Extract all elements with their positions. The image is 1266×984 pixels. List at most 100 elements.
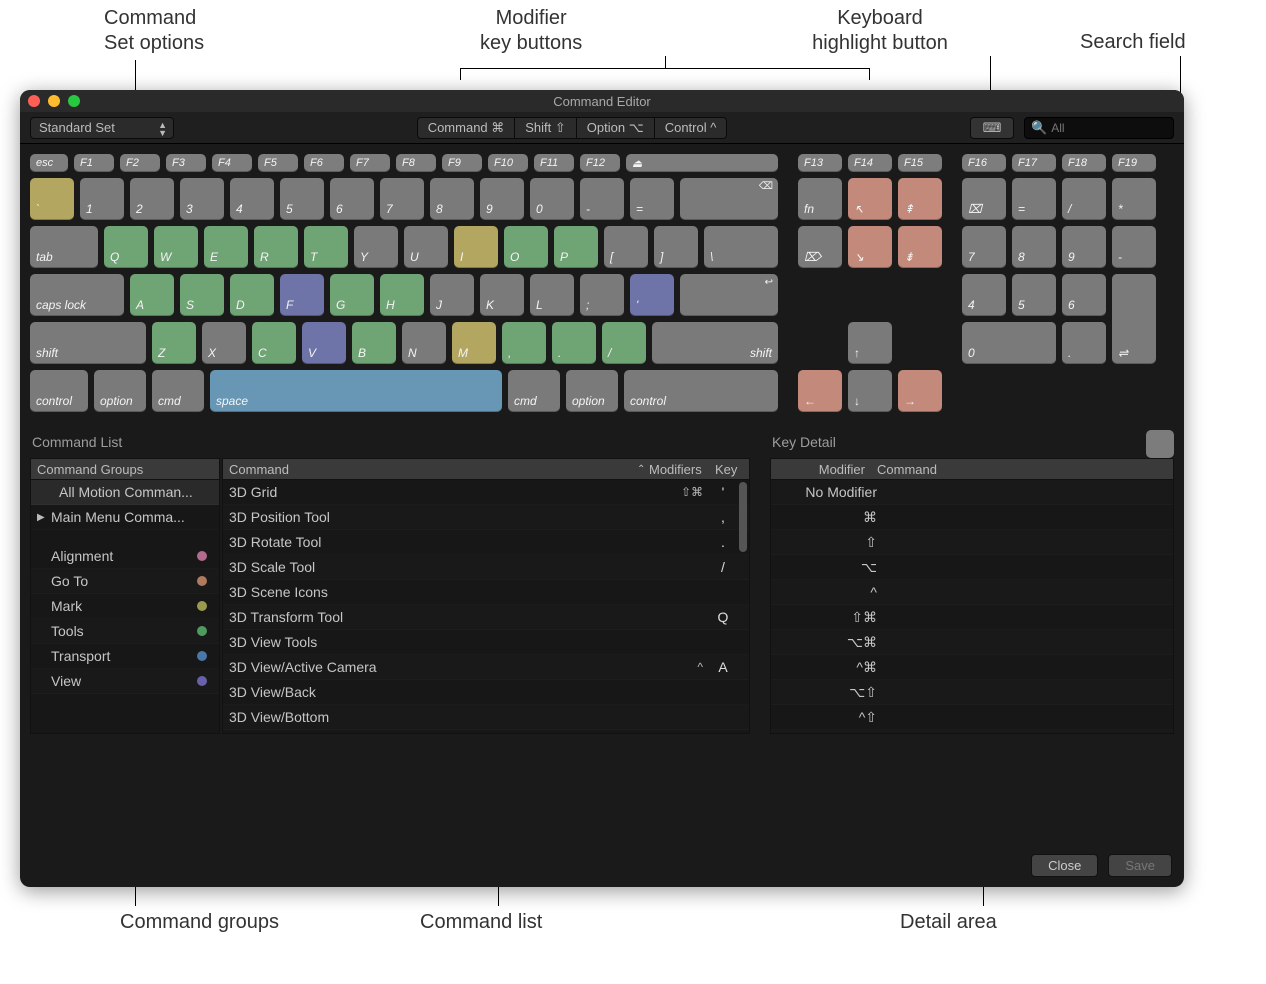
key-f13[interactable]: F13 [798, 154, 842, 172]
key-f[interactable]: F [280, 274, 324, 316]
key-f3[interactable]: F3 [166, 154, 206, 172]
th-groups[interactable]: Command Groups [31, 462, 219, 477]
key-f16[interactable]: F16 [962, 154, 1006, 172]
key-7[interactable]: 7 [380, 178, 424, 220]
save-button[interactable]: Save [1108, 854, 1172, 877]
key-b[interactable]: B [352, 322, 396, 364]
command-set-dropdown[interactable]: Standard Set ▲▼ [30, 117, 174, 139]
modifier-control-button[interactable]: Control ^ [655, 117, 728, 139]
key-return[interactable]: ↩ [680, 274, 778, 316]
key-f15[interactable]: F15 [898, 154, 942, 172]
key-semicolon[interactable]: ; [580, 274, 624, 316]
key-num5[interactable]: 5 [1012, 274, 1056, 316]
key-f10[interactable]: F10 [488, 154, 528, 172]
group-color-row[interactable]: Mark [31, 594, 219, 619]
key-detail-row[interactable]: ⇧⌘ [771, 605, 1173, 630]
key-num8[interactable]: 8 [1012, 226, 1056, 268]
group-row[interactable]: ▶Main Menu Comma... [31, 505, 219, 530]
key-4[interactable]: 4 [230, 178, 274, 220]
key-v[interactable]: V [302, 322, 346, 364]
key-f5[interactable]: F5 [258, 154, 298, 172]
key-detail-row[interactable]: ⌥⌘ [771, 630, 1173, 655]
key-right[interactable]: → [898, 370, 942, 412]
key-r[interactable]: R [254, 226, 298, 268]
key-command-left[interactable]: cmd [152, 370, 204, 412]
zoom-window-icon[interactable] [68, 95, 80, 107]
key-f4[interactable]: F4 [212, 154, 252, 172]
key-pagedown[interactable]: ⇟ [898, 226, 942, 268]
group-color-row[interactable]: Go To [31, 569, 219, 594]
close-button[interactable]: Close [1031, 854, 1098, 877]
color-swatch-button[interactable] [1146, 430, 1174, 458]
key-control-right[interactable]: control [624, 370, 778, 412]
key-equal[interactable]: = [630, 178, 674, 220]
group-color-row[interactable]: Transport [31, 644, 219, 669]
key-up[interactable]: ↑ [848, 322, 892, 364]
key-detail-row[interactable]: ⇧ [771, 530, 1173, 555]
command-row[interactable]: 3D View Tools [223, 630, 749, 655]
command-row[interactable]: 3D View/Focus On Object^F [223, 730, 749, 734]
key-k[interactable]: K [480, 274, 524, 316]
key-detail-row[interactable]: ^ [771, 580, 1173, 605]
command-row[interactable]: 3D Rotate Tool. [223, 530, 749, 555]
key-capslock[interactable]: caps lock [30, 274, 124, 316]
group-color-row[interactable]: Tools [31, 619, 219, 644]
minimize-window-icon[interactable] [48, 95, 60, 107]
command-row[interactable]: 3D View/Back [223, 680, 749, 705]
key-detail-row[interactable]: ^⌘ [771, 655, 1173, 680]
key-detail-row[interactable]: ^⇧ [771, 705, 1173, 730]
scrollbar[interactable] [739, 482, 747, 552]
key-f2[interactable]: F2 [120, 154, 160, 172]
key-f11[interactable]: F11 [534, 154, 574, 172]
key-8[interactable]: 8 [430, 178, 474, 220]
key-comma[interactable]: , [502, 322, 546, 364]
th-modifiers[interactable]: Modifiers [643, 462, 709, 477]
key-backslash[interactable]: \ [704, 226, 778, 268]
key-numclear[interactable]: ⌧ [962, 178, 1006, 220]
key-f8[interactable]: F8 [396, 154, 436, 172]
command-row[interactable]: 3D View/Active Camera^A [223, 655, 749, 680]
search-field[interactable]: 🔍 [1024, 117, 1174, 139]
key-q[interactable]: Q [104, 226, 148, 268]
key-esc[interactable]: esc [30, 154, 68, 172]
modifier-command-button[interactable]: Command ⌘ [417, 117, 516, 139]
key-f7[interactable]: F7 [350, 154, 390, 172]
key-f6[interactable]: F6 [304, 154, 344, 172]
key-u[interactable]: U [404, 226, 448, 268]
key-nummul[interactable]: * [1112, 178, 1156, 220]
key-s[interactable]: S [180, 274, 224, 316]
key-6[interactable]: 6 [330, 178, 374, 220]
key-l[interactable]: L [530, 274, 574, 316]
close-window-icon[interactable] [28, 95, 40, 107]
key-5[interactable]: 5 [280, 178, 324, 220]
key-pageup[interactable]: ⇞ [898, 178, 942, 220]
th-command[interactable]: Command [223, 462, 631, 477]
key-eject[interactable]: ⏏ [626, 154, 778, 172]
key-y[interactable]: Y [354, 226, 398, 268]
key-left[interactable]: ← [798, 370, 842, 412]
th-key[interactable]: Key [709, 462, 749, 477]
key-option-right[interactable]: option [566, 370, 618, 412]
key-numminus[interactable]: - [1112, 226, 1156, 268]
key-slash[interactable]: / [602, 322, 646, 364]
key-1[interactable]: 1 [80, 178, 124, 220]
key-detail-row[interactable]: ⌥⇧ [771, 680, 1173, 705]
key-rbracket[interactable]: ] [654, 226, 698, 268]
key-period[interactable]: . [552, 322, 596, 364]
command-row[interactable]: 3D Grid⇧⌘' [223, 480, 749, 505]
keyboard-highlight-button[interactable]: ⌨ [970, 117, 1014, 139]
command-row[interactable]: 3D Scale Tool/ [223, 555, 749, 580]
key-end[interactable]: ↘ [848, 226, 892, 268]
key-down[interactable]: ↓ [848, 370, 892, 412]
key-o[interactable]: O [504, 226, 548, 268]
key-f19[interactable]: F19 [1112, 154, 1156, 172]
key-num9[interactable]: 9 [1062, 226, 1106, 268]
key-g[interactable]: G [330, 274, 374, 316]
key-f17[interactable]: F17 [1012, 154, 1056, 172]
key-f18[interactable]: F18 [1062, 154, 1106, 172]
key-x[interactable]: X [202, 322, 246, 364]
key-0[interactable]: 0 [530, 178, 574, 220]
key-shift-right[interactable]: shift [652, 322, 778, 364]
key-control-left[interactable]: control [30, 370, 88, 412]
search-input[interactable] [1051, 121, 1167, 135]
